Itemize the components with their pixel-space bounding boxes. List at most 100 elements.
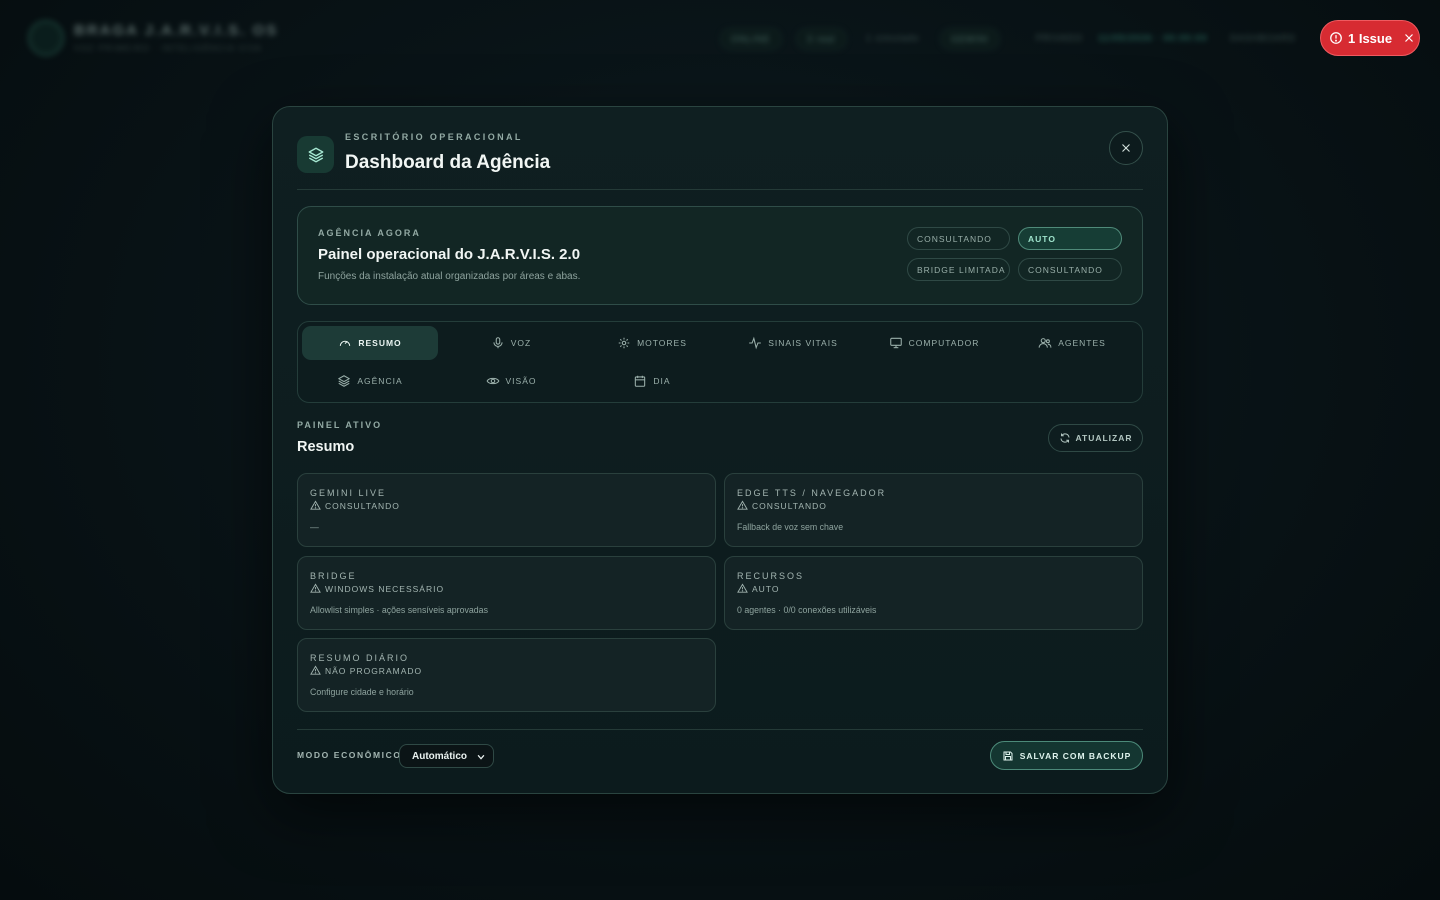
tab-agencia[interactable]: AGÊNCIA [302,364,438,398]
microphone-icon [493,337,503,349]
card-status-label: WINDOWS NECESSÁRIO [325,583,445,594]
panel-title: Resumo [297,439,355,455]
save-icon [1003,751,1013,760]
status-chip-bridge: BRIDGE LIMITADA [907,258,1010,281]
pulse-icon [749,336,762,350]
status-online-pill: ONLINE [720,28,782,50]
close-icon[interactable] [1403,32,1415,44]
tab-label: AGÊNCIA [357,376,403,386]
card-description: 0 agentes · 0/0 conexões utilizáveis [737,605,877,615]
card-status-label: CONSULTANDO [752,500,827,511]
issue-badge[interactable]: 1 Issue [1320,20,1420,56]
tab-label: VISÃO [505,376,537,386]
background-header: BRAGA J.A.R.V.I.S. OS VOZ PRIMEIRO · INT… [0,0,1440,76]
warning-icon [310,500,321,510]
card-status: CONSULTANDO [737,500,827,511]
tab-bar: RESUMO VOZ MOTORES SINAIS VITAIS COMPUTA… [297,321,1143,403]
panel-eyebrow: PAINEL ATIVO [297,420,383,430]
card-description: Fallback de voz sem chave [737,522,844,532]
tab-computador[interactable]: COMPUTADOR [866,326,1002,360]
warning-icon [737,500,748,510]
card-status: CONSULTANDO [310,500,400,511]
app-subtitle: VOZ PRIMEIRO · INTELIGÊNCIA VIVA [74,44,263,53]
tab-label: VOZ [510,338,532,348]
tab-motores[interactable]: MOTORES [584,326,720,360]
tab-label: MOTORES [637,338,687,348]
tab-voz[interactable]: VOZ [443,326,579,360]
warning-icon [310,665,321,675]
tab-label: SINAIS VITAIS [768,338,838,348]
datetime-label: 11/05/2026 · 00:00:00 [1098,33,1208,43]
card-status-label: CONSULTANDO [325,500,400,511]
card-title: GEMINI LIVE [310,488,387,498]
card-title: RESUMO DIÁRIO [310,653,410,663]
users-icon [1038,338,1052,348]
engine-icon [618,337,630,349]
tab-visao[interactable]: VISÃO [443,364,579,398]
eco-mode-select[interactable]: Automático [399,744,494,768]
tab-sinais-vitais[interactable]: SINAIS VITAIS [725,326,861,360]
modal-title: Dashboard da Agência [345,152,551,173]
card-title: EDGE TTS / NAVEGADOR [737,488,887,498]
agency-dashboard-modal: ESCRITÓRIO OPERACIONAL Dashboard da Agên… [272,106,1168,794]
tab-label: RESUMO [358,338,402,348]
tab-agentes[interactable]: AGENTES [1004,326,1140,360]
save-label: SALVAR COM BACKUP [1019,750,1132,761]
eco-mode-value: Automático [412,750,467,762]
tab-dia[interactable]: DIA [584,364,720,398]
refresh-label: ATUALIZAR [1075,433,1133,443]
card-title: RECURSOS [737,571,805,581]
card-status: NÃO PROGRAMADO [310,665,422,676]
alert-circle-icon [1330,32,1342,44]
status-chip-auto: AUTO [1018,227,1122,250]
save-with-backup-button[interactable]: SALVAR COM BACKUP [990,741,1143,770]
modal-eyebrow: ESCRITÓRIO OPERACIONAL [345,132,523,142]
tab-label: COMPUTADOR [908,338,980,348]
card-description: Allowlist simples · ações sensíveis apro… [310,605,488,615]
card-status-label: NÃO PROGRAMADO [325,665,423,676]
warning-icon [310,583,321,593]
card-bridge[interactable]: BRIDGE WINDOWS NECESSÁRIO Allowlist simp… [297,556,716,630]
gemini-pill: GEMINI [940,28,1001,50]
agency-title: Painel operacional do J.A.R.V.I.S. 2.0 [318,246,581,263]
calendar-icon [635,375,646,387]
dashboard-link: DASHBOARD [1230,33,1297,43]
layers-icon [338,375,351,387]
close-icon [1122,144,1130,152]
card-edge-tts[interactable]: EDGE TTS / NAVEGADOR CONSULTANDO Fallbac… [724,473,1143,547]
eco-mode-label: MODO ECONÔMICO [297,750,402,760]
eye-icon [486,377,499,385]
card-resumo-diario[interactable]: RESUMO DIÁRIO NÃO PROGRAMADO Configure c… [297,638,716,712]
card-status-label: AUTO [752,583,780,594]
gauge-icon [340,340,351,346]
app-logo-icon [28,20,64,56]
card-title: BRIDGE [310,571,357,581]
status-chip-consultando: CONSULTANDO [907,227,1010,250]
status-chip-consultando-2: CONSULTANDO [1018,258,1122,281]
card-description: Configure cidade e horário [310,687,414,697]
tab-label: DIA [653,376,671,386]
card-recursos[interactable]: RECURSOS AUTO 0 agentes · 0/0 conexões u… [724,556,1143,630]
tab-label: AGENTES [1058,338,1106,348]
issue-badge-label: 1 Issue [1348,30,1393,46]
warning-icon [737,583,748,593]
card-status: WINDOWS NECESSÁRIO [310,583,444,594]
divider [297,729,1143,730]
card-gemini-live[interactable]: GEMINI LIVE CONSULTANDO — [297,473,716,547]
tab-resumo[interactable]: RESUMO [302,326,438,360]
card-description: — [310,522,319,532]
modal-close-button[interactable] [1109,131,1143,165]
privado-label: PRIVADO [1036,33,1083,43]
card-status: AUTO [737,583,779,594]
agency-now-panel: AGÊNCIA AGORA Painel operacional do J.A.… [297,206,1143,305]
chevron-down-icon [477,754,485,760]
app-title: BRAGA J.A.R.V.I.S. OS [74,22,279,39]
refresh-button[interactable]: ATUALIZAR [1048,424,1143,452]
monitor-icon [889,337,902,349]
agency-eyebrow: AGÊNCIA AGORA [318,228,421,238]
simulated-count: 1 simulado [866,33,920,43]
divider [297,189,1143,190]
refresh-icon [1060,433,1069,443]
layers-icon [297,136,334,173]
real-count-pill: 3 real [796,28,847,50]
